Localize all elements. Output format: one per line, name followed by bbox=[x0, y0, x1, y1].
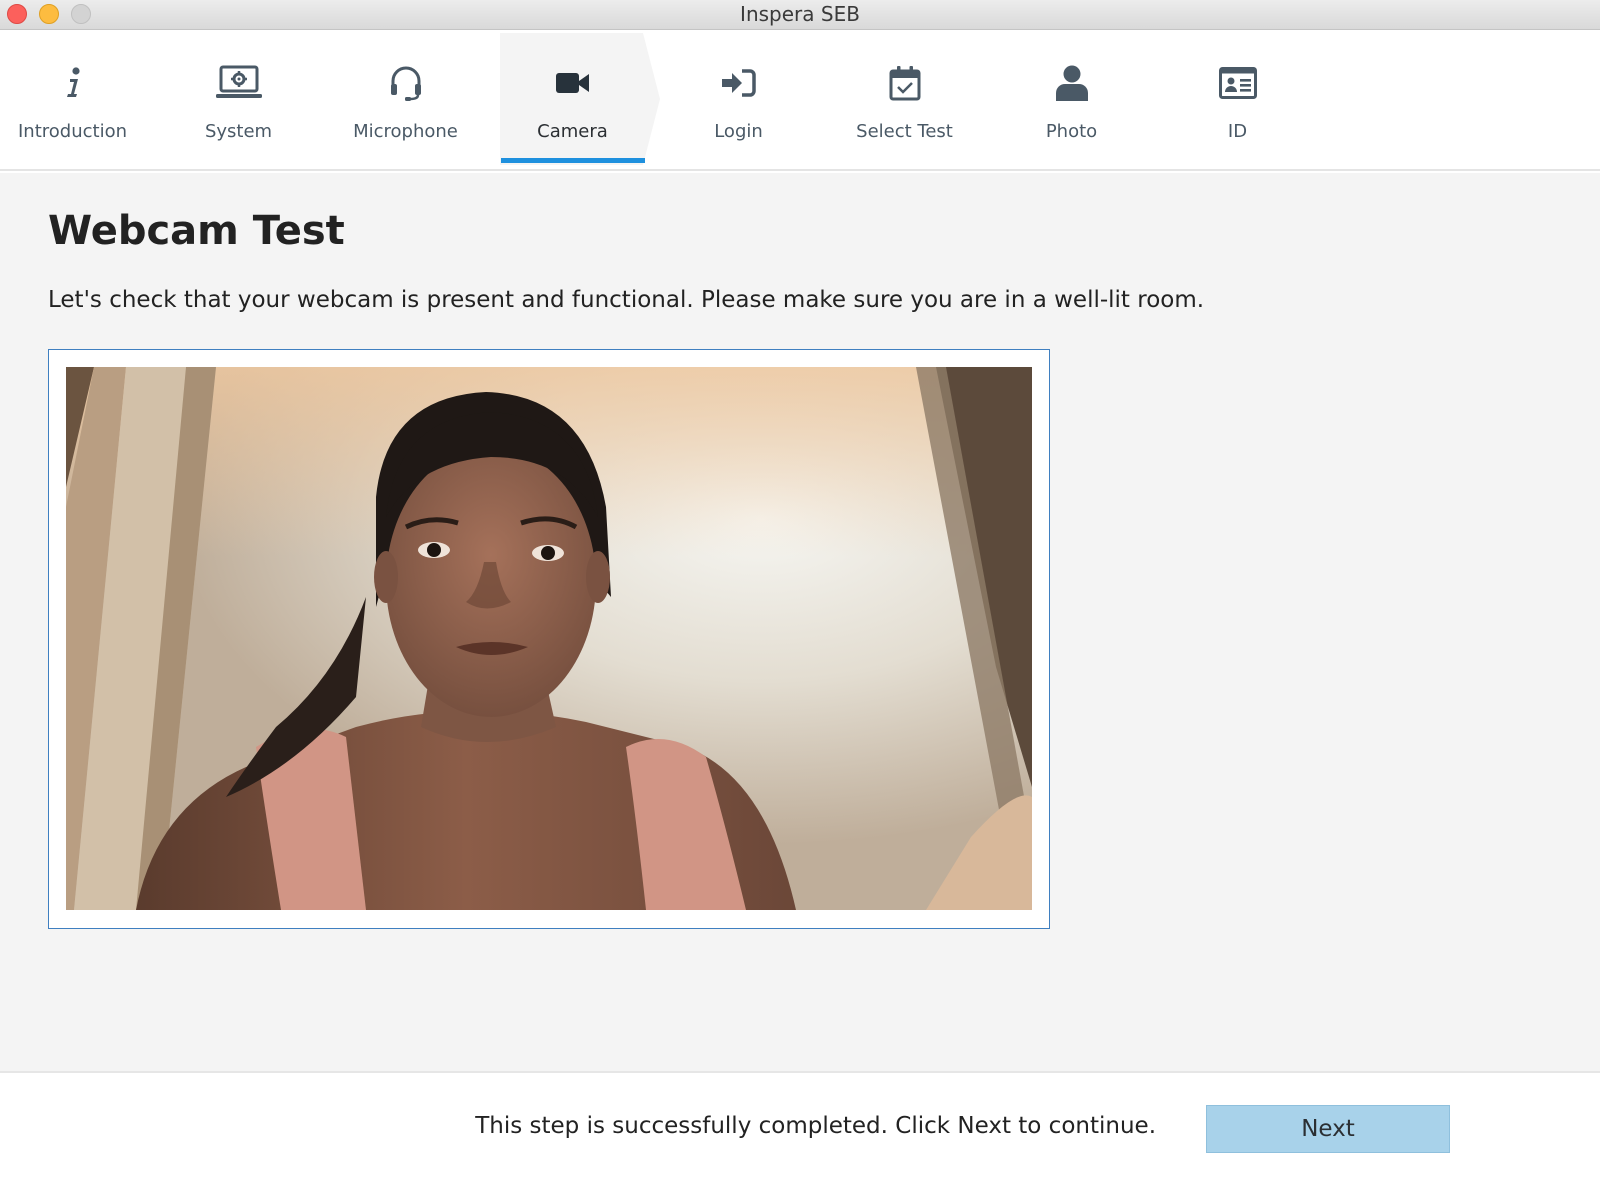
id-card-icon bbox=[1166, 63, 1309, 103]
calendar-check-icon bbox=[833, 63, 976, 103]
next-button[interactable]: Next bbox=[1206, 1105, 1450, 1153]
window-title: Inspera SEB bbox=[740, 2, 860, 26]
step-camera[interactable]: Camera bbox=[501, 33, 644, 163]
webcam-preview-frame bbox=[48, 349, 1050, 929]
step-label: Camera bbox=[537, 121, 608, 142]
step-login[interactable]: Login bbox=[667, 33, 810, 163]
sign-in-icon bbox=[667, 63, 810, 103]
step-label: System bbox=[204, 121, 273, 142]
step-label: Microphone bbox=[353, 121, 458, 142]
footer-bar: This step is successfully completed. Cli… bbox=[0, 1071, 1600, 1181]
step-microphone[interactable]: Microphone bbox=[334, 33, 477, 163]
step-id[interactable]: ID bbox=[1166, 33, 1309, 163]
page-title: Webcam Test bbox=[48, 208, 345, 254]
step-label: Photo bbox=[1045, 121, 1098, 142]
window-titlebar: Inspera SEB bbox=[0, 0, 1600, 30]
active-step-indicator bbox=[501, 158, 645, 163]
page-description: Let's check that your webcam is present … bbox=[48, 287, 1205, 313]
step-system[interactable]: System bbox=[167, 33, 310, 163]
user-icon bbox=[1000, 63, 1143, 103]
step-introduction[interactable]: Introduction bbox=[1, 33, 144, 163]
step-label: Select Test bbox=[856, 121, 953, 142]
laptop-gear-icon bbox=[167, 63, 310, 103]
step-photo[interactable]: Photo bbox=[1000, 33, 1143, 163]
step-status-text: This step is successfully completed. Cli… bbox=[475, 1113, 1156, 1139]
info-icon bbox=[1, 63, 144, 103]
step-label: ID bbox=[1227, 121, 1248, 142]
webcam-video-feed bbox=[66, 367, 1032, 910]
main-content: Webcam Test Let's check that your webcam… bbox=[0, 173, 1600, 1071]
step-select-test[interactable]: Select Test bbox=[833, 33, 976, 163]
video-camera-icon bbox=[501, 63, 644, 103]
step-label: Introduction bbox=[17, 121, 127, 142]
step-label: Login bbox=[714, 121, 763, 142]
headset-icon bbox=[334, 63, 477, 103]
step-navigation: Introduction System Microphone Camera Lo… bbox=[0, 33, 1600, 171]
